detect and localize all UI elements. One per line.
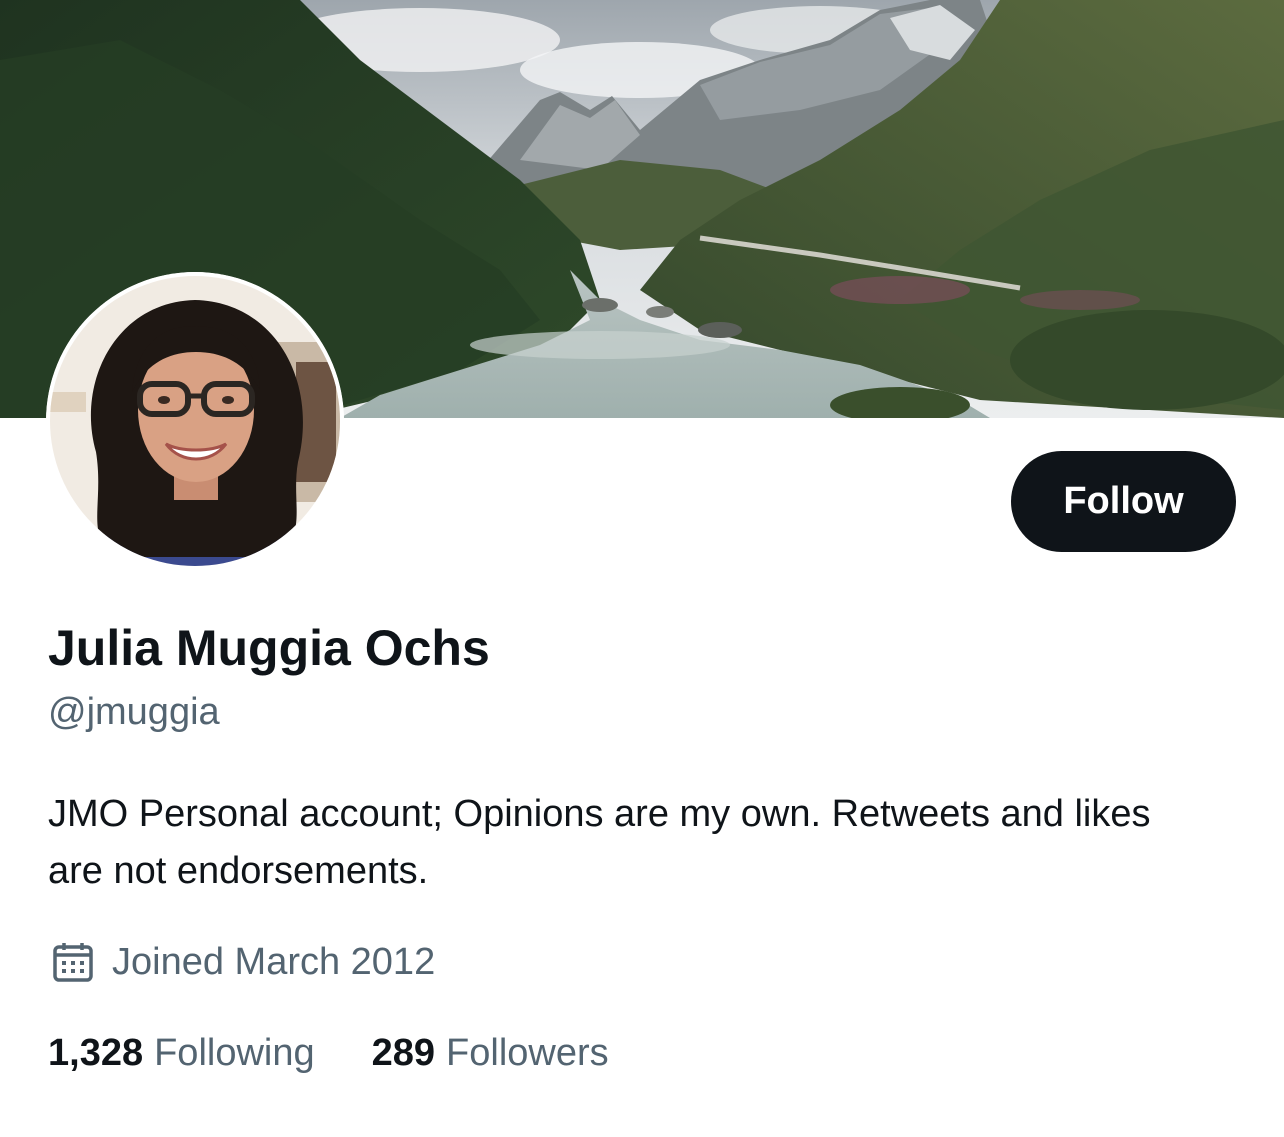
profile-joined-row: Joined March 2012 xyxy=(52,936,435,988)
profile-avatar[interactable] xyxy=(46,272,344,570)
follow-button[interactable]: Follow xyxy=(1011,451,1236,552)
profile-handle: @jmuggia xyxy=(48,691,220,733)
following-count: 1,328 xyxy=(48,1031,144,1074)
calendar-icon xyxy=(52,941,94,983)
following-link[interactable]: 1,328 Following xyxy=(48,1032,315,1075)
profile-bio: JMO Personal account; Opinions are my ow… xyxy=(48,793,1151,892)
profile-stats-row: 1,328 Following 289 Followers xyxy=(48,1028,609,1078)
profile-display-name: Julia Muggia Ochs xyxy=(48,620,490,676)
followers-link[interactable]: 289 Followers xyxy=(372,1032,609,1075)
profile-page: Follow Julia Muggia Ochs @jmuggia JMO Pe… xyxy=(0,0,1284,1137)
followers-count: 289 xyxy=(371,1031,436,1074)
following-label: Following xyxy=(154,1031,315,1074)
profile-joined-date: Joined March 2012 xyxy=(112,940,436,983)
followers-label: Followers xyxy=(446,1031,609,1074)
